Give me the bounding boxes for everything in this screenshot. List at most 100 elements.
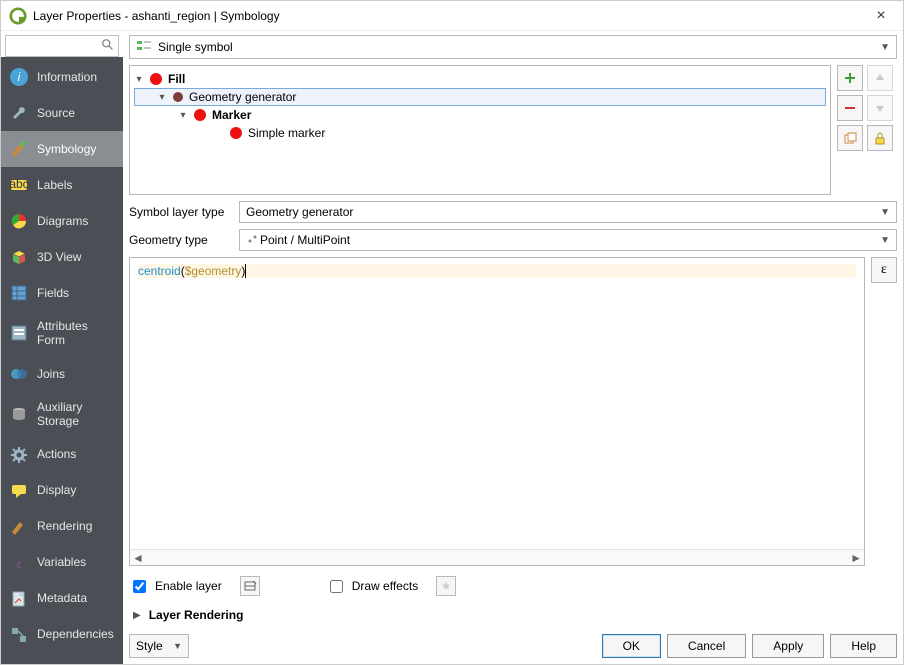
sidebar-item-label: Joins	[37, 367, 115, 381]
sidebar-item-metadata[interactable]: Metadata	[1, 581, 123, 617]
scroll-left-icon[interactable]: ◄	[132, 551, 144, 565]
expand-icon[interactable]: ▶	[133, 610, 141, 621]
cancel-button[interactable]: Cancel	[667, 634, 746, 658]
symbol-mode-dropdown[interactable]: Single symbol ▼	[129, 35, 897, 59]
fields-icon	[9, 283, 29, 303]
chevron-down-icon: ▼	[880, 42, 890, 53]
chevron-down-icon: ▼	[880, 235, 890, 246]
style-label: Style	[136, 639, 163, 653]
collapse-icon[interactable]: ▾	[157, 92, 167, 103]
enable-layer-checkbox[interactable]: Enable layer	[129, 577, 222, 596]
draw-effects-label: Draw effects	[352, 579, 418, 593]
sidebar-item-label: Metadata	[37, 591, 115, 605]
tree-node-fill[interactable]: ▾ Fill	[134, 70, 826, 88]
symbol-mode-value: Single symbol	[158, 40, 233, 54]
sidebar-item-label: Labels	[37, 178, 115, 192]
simple-marker-swatch-icon	[230, 127, 242, 139]
sidebar-item-label: Attributes Form	[37, 319, 115, 348]
info-icon: i	[9, 67, 29, 87]
draw-effects-input[interactable]	[330, 580, 343, 593]
svg-text:ε: ε	[16, 557, 22, 571]
remove-symbol-layer-button[interactable]	[837, 95, 863, 121]
sidebar-item-auxiliary-storage[interactable]: Auxiliary Storage	[1, 392, 123, 437]
point-icon	[246, 232, 260, 249]
close-icon[interactable]: ×	[867, 7, 895, 25]
draw-effects-checkbox[interactable]: Draw effects	[326, 577, 418, 596]
generator-swatch-icon	[173, 92, 183, 102]
apply-button[interactable]: Apply	[752, 634, 824, 658]
sidebar-item-label: Actions	[37, 447, 115, 461]
gear-icon	[9, 445, 29, 465]
add-symbol-layer-button[interactable]	[837, 65, 863, 91]
sidebar-item-variables[interactable]: ε Variables	[1, 545, 123, 581]
help-button[interactable]: Help	[830, 634, 897, 658]
customize-effects-button[interactable]: ★	[436, 576, 456, 596]
sidebar-item-display[interactable]: Display	[1, 473, 123, 509]
lock-symbol-layer-button[interactable]	[867, 125, 893, 151]
search-icon	[101, 38, 115, 55]
sidebar-item-label: Symbology	[37, 142, 115, 156]
expression-text[interactable]: centroid($geometry)	[130, 258, 864, 549]
sidebar-item-label: Fields	[37, 286, 115, 300]
symbol-layer-type-dropdown[interactable]: Geometry generator ▼	[239, 201, 897, 223]
single-symbol-icon	[136, 39, 152, 56]
move-up-button[interactable]	[867, 65, 893, 91]
move-down-button[interactable]	[867, 95, 893, 121]
sidebar-item-diagrams[interactable]: Diagrams	[1, 203, 123, 239]
chevron-down-icon: ▼	[173, 641, 182, 651]
sidebar-item-symbology[interactable]: Symbology	[1, 131, 123, 167]
sidebar-item-rendering[interactable]: Rendering	[1, 509, 123, 545]
duplicate-symbol-layer-button[interactable]	[837, 125, 863, 151]
sidebar-item-legend[interactable]: Legend	[1, 653, 123, 664]
scroll-right-icon[interactable]: ►	[850, 551, 862, 565]
storage-icon	[9, 404, 29, 424]
geometry-type-value: Point / MultiPoint	[260, 233, 350, 247]
cube-icon	[9, 247, 29, 267]
geometry-type-dropdown[interactable]: Point / MultiPoint ▼	[239, 229, 897, 251]
sidebar-item-labels[interactable]: abc Labels	[1, 167, 123, 203]
collapse-icon[interactable]: ▾	[134, 74, 144, 85]
sidebar-item-actions[interactable]: Actions	[1, 437, 123, 473]
window-title: Layer Properties - ashanti_region | Symb…	[33, 9, 867, 23]
tree-node-geometry-generator[interactable]: ▾ Geometry generator	[134, 88, 826, 106]
form-icon	[9, 323, 29, 343]
data-defined-enable-button[interactable]	[240, 576, 260, 596]
tooltip-icon	[9, 481, 29, 501]
sidebar: i Information Source Symbology abc Label…	[1, 57, 123, 664]
symbol-layer-type-label: Symbol layer type	[129, 205, 233, 219]
horizontal-scrollbar[interactable]: ◄►	[130, 549, 864, 565]
tree-node-label: Marker	[212, 108, 251, 122]
sidebar-item-information[interactable]: i Information	[1, 59, 123, 95]
tree-node-label: Geometry generator	[189, 90, 296, 104]
tree-node-label: Fill	[168, 72, 185, 86]
sidebar-item-3dview[interactable]: 3D View	[1, 239, 123, 275]
document-icon	[9, 589, 29, 609]
expression-editor[interactable]: centroid($geometry) ◄►	[129, 257, 865, 566]
enable-layer-input[interactable]	[133, 580, 146, 593]
labels-icon: abc	[9, 175, 29, 195]
ok-button[interactable]: OK	[602, 634, 661, 658]
sidebar-item-fields[interactable]: Fields	[1, 275, 123, 311]
wrench-icon	[9, 103, 29, 123]
layer-rendering-title: Layer Rendering	[149, 608, 244, 622]
sidebar-item-source[interactable]: Source	[1, 95, 123, 131]
symbol-layer-tree[interactable]: ▾ Fill ▾ Geometry generator ▾ Marker	[129, 65, 831, 195]
epsilon-icon: ε	[9, 553, 29, 573]
symbol-layer-type-value: Geometry generator	[246, 205, 353, 219]
sidebar-item-dependencies[interactable]: Dependencies	[1, 617, 123, 653]
sidebar-item-joins[interactable]: Joins	[1, 356, 123, 392]
layer-rendering-section[interactable]: ▶ Layer Rendering	[129, 602, 897, 624]
paintbrush-icon	[9, 517, 29, 537]
enable-layer-label: Enable layer	[155, 579, 222, 593]
tree-node-marker[interactable]: ▾ Marker	[134, 106, 826, 124]
sidebar-item-label: Legend	[37, 663, 115, 664]
expression-builder-button[interactable]: ε	[871, 257, 897, 283]
chevron-down-icon: ▼	[880, 207, 890, 218]
style-menu-button[interactable]: Style ▼	[129, 634, 189, 658]
tree-node-simple-marker[interactable]: Simple marker	[134, 124, 826, 142]
collapse-icon[interactable]: ▾	[178, 110, 188, 121]
star-icon: ★	[441, 579, 452, 593]
sidebar-item-attributes-form[interactable]: Attributes Form	[1, 311, 123, 356]
diagram-icon	[9, 211, 29, 231]
sidebar-item-label: Diagrams	[37, 214, 115, 228]
